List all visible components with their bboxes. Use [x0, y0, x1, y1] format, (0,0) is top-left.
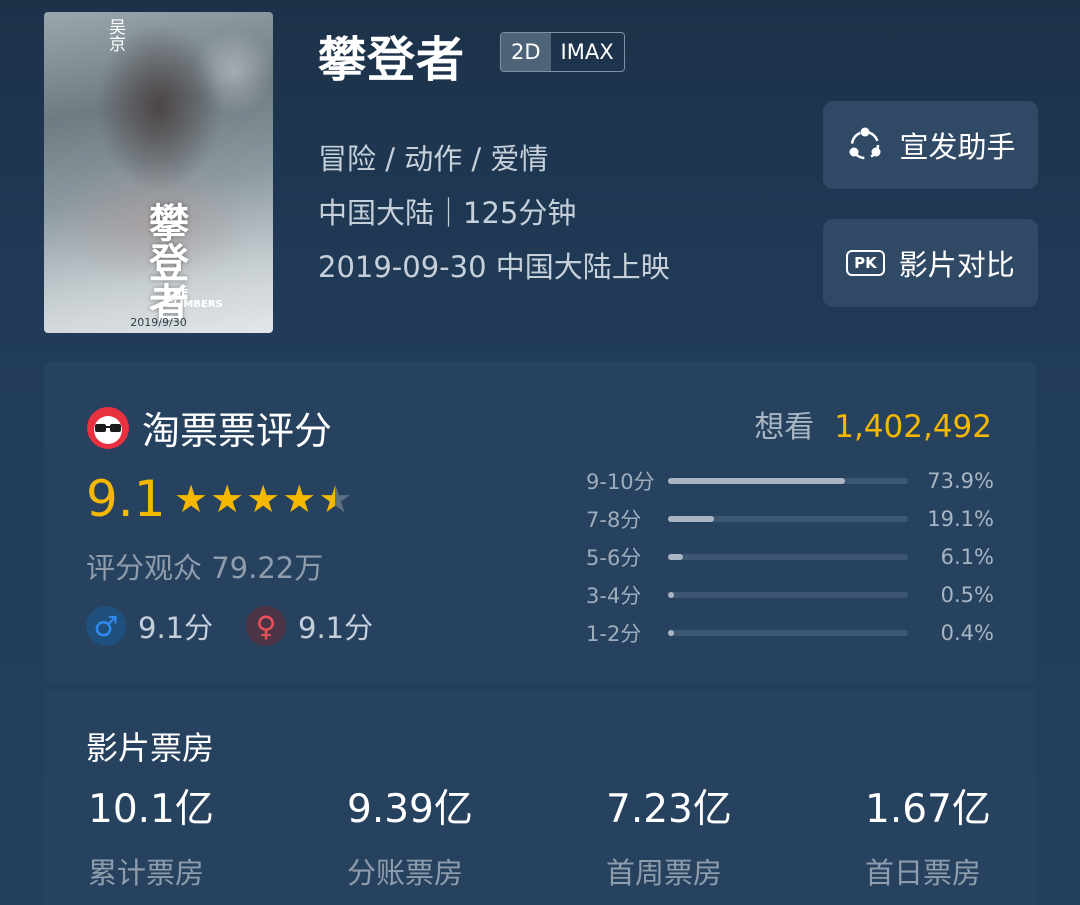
movie-title: 攀登者 [318, 32, 466, 88]
box-office-value: 9.39亿 [347, 787, 473, 832]
distribution-percent: 6.1% [940, 545, 994, 569]
distribution-bar-fill [668, 630, 674, 636]
distribution-label: 9-10分 [586, 470, 655, 494]
box-office-item: 1.67亿 首日票房 [865, 786, 991, 892]
distribution-bar-fill [668, 554, 683, 560]
rating-distribution-row: 3-4分 0.5% [586, 576, 994, 614]
movie-release-date: 2019-09-30 中国大陆上映 [318, 250, 670, 284]
want-to-see: 想看 1,402,492 [754, 402, 992, 446]
distribution-bar-track [668, 592, 908, 598]
star-icon: ★ [246, 477, 281, 521]
female-rating: ♀ 9.1分 [246, 605, 373, 647]
box-office-label: 分账票房 [347, 856, 464, 890]
male-score: 9.1分 [138, 611, 214, 645]
rating-score: 9.1 [86, 470, 166, 528]
rating-distribution: 9-10分 73.9% 7-8分 19.1% 5-6分 6.1% 3-4分 0.5% 1-2分 0… [586, 462, 994, 652]
distribution-percent: 19.1% [927, 507, 994, 531]
distribution-bar-fill [668, 478, 846, 484]
distribution-bar-fill [668, 516, 714, 522]
star-icon: ★ [174, 477, 209, 521]
star-icon: ★ [282, 477, 317, 521]
movie-genres: 冒险 / 动作 / 爱情 [318, 142, 549, 176]
rating-title: 淘票票评分 [142, 409, 333, 453]
box-office-label: 首周票房 [606, 856, 723, 890]
movie-compare-button[interactable]: PK 影片对比 [823, 219, 1038, 307]
female-score: 9.1分 [298, 611, 374, 645]
box-office-item: 7.23亿 首周票房 [606, 786, 732, 892]
box-office-label: 首日票房 [865, 856, 982, 890]
rating-distribution-row: 5-6分 6.1% [586, 538, 994, 576]
want-to-see-label: 想看 [754, 410, 815, 445]
box-office-title: 影片票房 [86, 729, 215, 767]
movie-compare-label: 影片对比 [898, 248, 1015, 282]
box-office-card: 影片票房 10.1亿 累计票房 9.39亿 分账票房 7.23亿 首周票房 1.… [44, 690, 1036, 905]
distribution-label: 1-2分 [586, 622, 642, 646]
distribution-bar-fill [668, 592, 674, 598]
female-icon: ♀ [246, 606, 286, 646]
box-office-value: 1.67亿 [865, 787, 991, 832]
poster-date: 2019/9/30 [130, 316, 187, 329]
box-office-label: 累计票房 [88, 856, 205, 890]
distribution-label: 3-4分 [586, 584, 642, 608]
box-office-item: 10.1亿 累计票房 [88, 786, 214, 892]
promo-assistant-button[interactable]: 宣发助手 [823, 101, 1038, 189]
rating-distribution-row: 7-8分 19.1% [586, 500, 994, 538]
distribution-bar-track [668, 630, 908, 636]
male-rating: ♂ 9.1分 [86, 605, 213, 647]
box-office-item: 9.39亿 分账票房 [347, 786, 473, 892]
movie-poster[interactable]: 吴京 攀登者 THE CLIMBERS 2019/9/30 [44, 12, 273, 333]
poster-actor-name: 吴京 [105, 18, 125, 52]
distribution-bar-track [668, 516, 908, 522]
want-to-see-count: 1,402,492 [834, 409, 992, 445]
distribution-label: 7-8分 [586, 508, 642, 532]
distribution-bar-track [668, 478, 908, 484]
rating-viewers: 评分观众 79.22万 [86, 551, 324, 585]
box-office-value: 7.23亿 [606, 787, 732, 832]
movie-region-duration: 中国大陆｜125分钟 [318, 196, 577, 230]
format-tag-imax: IMAX [560, 40, 614, 64]
distribution-percent: 73.9% [927, 469, 994, 493]
share-nodes-icon [849, 127, 881, 160]
distribution-label: 5-6分 [586, 546, 642, 570]
poster-english-title: THE CLIMBERS [166, 288, 223, 310]
format-tag-2d: 2D [501, 33, 551, 71]
distribution-percent: 0.4% [940, 621, 994, 645]
promo-assistant-label: 宣发助手 [899, 130, 1016, 164]
pk-icon: PK [846, 250, 885, 276]
rating-stars: ★ ★ ★ ★ ★ [174, 474, 352, 524]
box-office-value: 10.1亿 [88, 787, 214, 832]
rating-header: 淘票票评分 [86, 400, 332, 455]
rating-card: 淘票票评分 想看 1,402,492 9.1 ★ ★ ★ ★ ★ 评分观众 79… [44, 362, 1036, 682]
movie-detail-screen: 吴京 攀登者 THE CLIMBERS 2019/9/30 攀登者 2D IMA… [0, 0, 1080, 905]
half-star-icon: ★ [318, 474, 352, 524]
taopiaopiao-logo-icon [87, 406, 129, 449]
distribution-percent: 0.5% [940, 583, 994, 607]
star-icon: ★ [210, 477, 245, 521]
male-icon: ♂ [86, 606, 126, 646]
rating-distribution-row: 1-2分 0.4% [586, 614, 994, 652]
distribution-bar-track [668, 554, 908, 560]
format-tags: 2D IMAX [500, 32, 625, 72]
rating-distribution-row: 9-10分 73.9% [586, 462, 994, 500]
